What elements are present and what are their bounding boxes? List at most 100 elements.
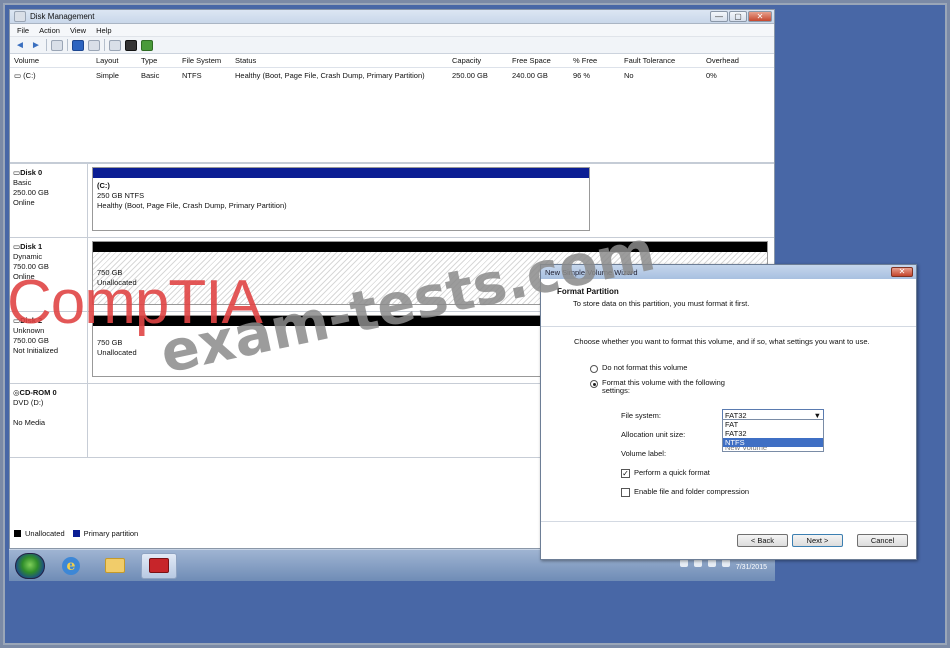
allocation-row: Allocation unit size:: [621, 430, 722, 439]
dropdown-option-highlighted[interactable]: NTFS: [723, 438, 823, 447]
volume-icon[interactable]: [721, 559, 730, 567]
compression-label: Enable file and folder compression: [634, 487, 750, 496]
file-system-label: File system:: [621, 410, 662, 420]
disk-label[interactable]: ◎CD-ROM 0 DVD (D:) No Media: [10, 384, 88, 457]
start-button[interactable]: [15, 552, 45, 579]
menu-action[interactable]: Action: [34, 26, 65, 35]
toolbar-separator: [46, 39, 47, 51]
properties-icon[interactable]: [88, 39, 100, 51]
clock-date: 7/31/2015: [735, 564, 767, 571]
radio-do-not-format[interactable]: [590, 365, 598, 373]
column-header[interactable]: Capacity: [448, 56, 508, 65]
internet-explorer-icon: e: [62, 556, 80, 575]
flag-icon[interactable]: [693, 559, 702, 567]
volume-label-label: Volume label:: [621, 449, 667, 458]
menu-view[interactable]: View: [65, 26, 91, 35]
minimize-button[interactable]: —: [710, 11, 728, 22]
legend-primary: Primary partition: [83, 529, 139, 538]
column-header[interactable]: File System: [178, 56, 231, 65]
radio-format[interactable]: [590, 380, 598, 388]
partition-c[interactable]: (C:) 250 GB NTFS Healthy (Boot, Page Fil…: [92, 167, 590, 231]
column-header[interactable]: Overhead: [702, 56, 772, 65]
next-button[interactable]: Next >: [792, 534, 843, 547]
title-bar: Disk Management — ▢ ✕: [10, 10, 774, 24]
action-center-icon[interactable]: [679, 559, 688, 567]
show-hide-console-icon[interactable]: [51, 39, 63, 51]
disk-status: Online: [13, 198, 35, 207]
option-label: Do not format this volume: [602, 363, 688, 372]
check-icon[interactable]: [141, 39, 153, 51]
window-title: Disk Management: [30, 12, 95, 21]
cancel-button[interactable]: Cancel: [857, 534, 908, 547]
table-cell: 0%: [706, 70, 717, 80]
menu-file[interactable]: File: [12, 26, 34, 35]
drive-icon: ▭: [14, 70, 24, 80]
new-simple-volume-wizard: New Simple Volume Wizard ✕ Format Partit…: [540, 264, 917, 560]
table-cell: Healthy (Boot, Page File, Crash Dump, Pr…: [235, 70, 425, 80]
volume-list-header: Volume Layout Type File System Status Ca…: [10, 54, 774, 68]
disk-label[interactable]: ▭Disk 0 Basic 250.00 GB Online: [10, 164, 88, 237]
column-header[interactable]: Status: [231, 56, 448, 65]
unallocated-swatch: [14, 530, 21, 537]
legend-unallocated: Unallocated: [25, 529, 65, 538]
wizard-footer: < Back Next > Cancel: [541, 521, 916, 559]
volume-label-row: Volume label:: [621, 449, 722, 458]
primary-partition-bar: [93, 168, 589, 178]
maximize-button[interactable]: ▢: [729, 11, 747, 22]
back-arrow-icon[interactable]: ◄: [14, 40, 26, 51]
wizard-close-button[interactable]: ✕: [891, 267, 913, 277]
column-header[interactable]: Free Space: [508, 56, 569, 65]
toolbar-separator: [104, 39, 105, 51]
back-button[interactable]: < Back: [737, 534, 788, 547]
menu-help[interactable]: Help: [91, 26, 116, 35]
dropdown-option[interactable]: FAT32: [723, 429, 823, 438]
disk-name: CD-ROM 0: [19, 388, 57, 397]
taskbar-computer-management[interactable]: [141, 552, 177, 579]
column-header[interactable]: Volume: [10, 56, 92, 65]
table-cell: 240.00 GB: [512, 70, 548, 80]
table-row[interactable]: ▭ (C:) Simple Basic NTFS Healthy (Boot, …: [10, 68, 774, 82]
taskbar-explorer[interactable]: [97, 553, 133, 579]
disk-type: Dynamic: [13, 252, 43, 261]
legend: Unallocated Primary partition: [14, 529, 138, 538]
taskbar-ie[interactable]: e: [53, 553, 89, 579]
compression-checkbox[interactable]: [621, 488, 630, 497]
toolbar-separator: [67, 39, 68, 51]
disk-icon[interactable]: [125, 39, 137, 51]
disk-partitions: (C:) 250 GB NTFS Healthy (Boot, Page Fil…: [88, 164, 774, 237]
disk-type: Basic: [13, 178, 32, 187]
disk-name: Disk 1: [20, 242, 43, 251]
disk-type: DVD (D:): [13, 398, 44, 407]
disk-status: No Media: [13, 418, 46, 427]
format-option[interactable]: Format this volume with the following se…: [590, 379, 916, 395]
network-icon[interactable]: [707, 559, 716, 567]
rescan-icon[interactable]: [109, 39, 121, 51]
file-system-dropdown: FAT FAT32 NTFS New Volume: [722, 419, 824, 452]
allocation-label: Allocation unit size:: [621, 430, 686, 439]
unallocated-bar: [93, 242, 767, 252]
volume-name: (C:): [23, 70, 36, 80]
volume-cell: ▭ (C:): [10, 71, 92, 80]
disk-status: Not Initialized: [13, 346, 59, 355]
disk-size: [13, 408, 84, 418]
volume-list: Volume Layout Type File System Status Ca…: [10, 54, 774, 164]
column-header[interactable]: Fault Tolerance: [620, 56, 702, 65]
table-cell: No: [624, 70, 634, 80]
quick-format-row[interactable]: ✓ Perform a quick format: [621, 469, 714, 478]
help-icon[interactable]: [72, 39, 84, 51]
dropdown-option[interactable]: FAT: [723, 420, 823, 429]
screenshot-frame: Disk Management — ▢ ✕ File Action View H…: [3, 3, 947, 645]
do-not-format-option[interactable]: Do not format this volume: [590, 364, 916, 373]
column-header[interactable]: Layout: [92, 56, 137, 65]
table-cell: Simple: [96, 70, 119, 80]
table-cell: Basic: [141, 70, 160, 80]
compression-row[interactable]: Enable file and folder compression: [621, 488, 749, 497]
quick-format-checkbox[interactable]: ✓: [621, 469, 630, 478]
column-header[interactable]: Type: [137, 56, 178, 65]
wizard-body: Choose whether you want to format this v…: [541, 327, 916, 507]
disk-name: Disk 0: [20, 168, 43, 177]
forward-arrow-icon[interactable]: ►: [30, 40, 42, 51]
close-button[interactable]: ✕: [748, 11, 772, 22]
partition-label: (C:): [97, 181, 110, 190]
column-header[interactable]: % Free: [569, 56, 620, 65]
